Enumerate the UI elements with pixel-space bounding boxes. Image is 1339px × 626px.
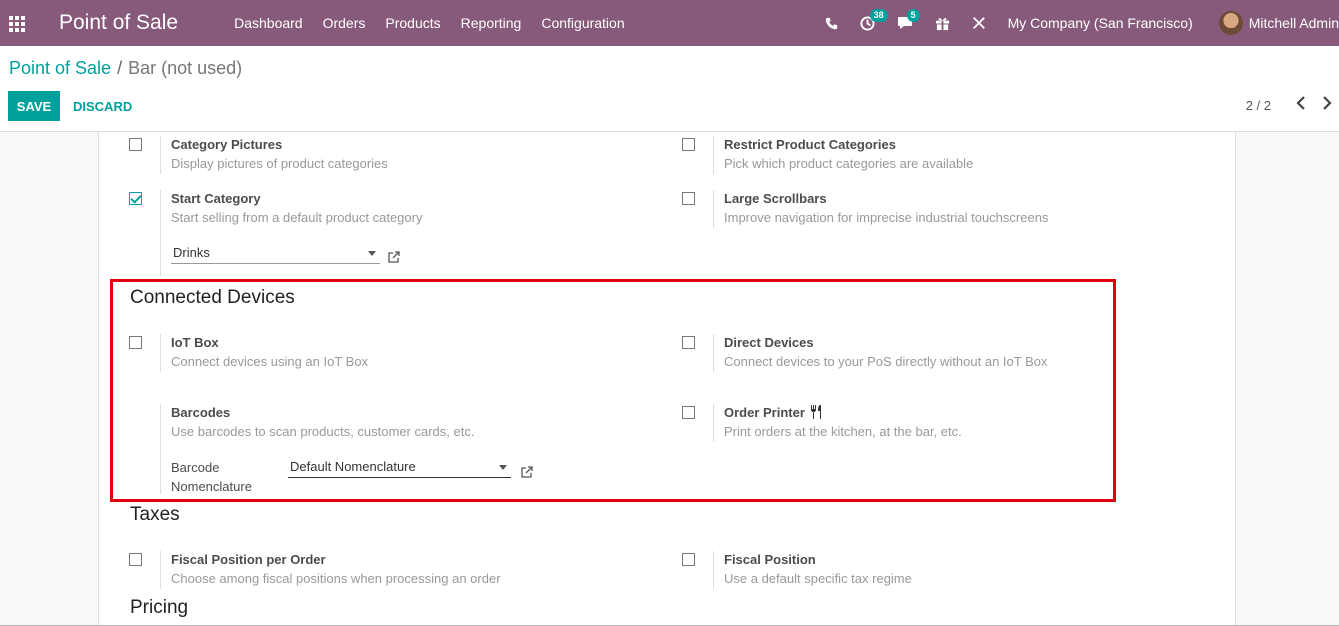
pager-previous-button[interactable] <box>1295 94 1307 115</box>
fiscal-position-checkbox[interactable] <box>682 553 695 566</box>
chat-bubble-icon[interactable]: 5 <box>897 9 920 30</box>
setting-divider <box>713 551 714 589</box>
gift-icon[interactable] <box>935 16 950 31</box>
large-scrollbars-checkbox[interactable] <box>682 192 695 205</box>
apps-grid-icon[interactable] <box>9 16 27 32</box>
fiscal-position-per-order-desc: Choose among fiscal positions when proce… <box>171 571 501 586</box>
menu-reporting[interactable]: Reporting <box>461 15 522 31</box>
activity-clock-icon[interactable]: 38 <box>860 8 888 31</box>
setting-divider <box>160 551 161 589</box>
app-brand[interactable]: Point of Sale <box>59 11 178 35</box>
breadcrumb-current: Bar (not used) <box>128 58 243 78</box>
breadcrumb-parent-link[interactable]: Point of Sale <box>9 58 111 78</box>
navbar-systray: 38 5 My Company (San Francisco) Mitchell… <box>825 0 1339 46</box>
company-switcher[interactable]: My Company (San Francisco) <box>1008 15 1193 31</box>
phone-icon[interactable] <box>825 17 838 30</box>
restrict-categories-title: Restrict Product Categories <box>724 137 896 152</box>
restrict-categories-desc: Pick which product categories are availa… <box>724 156 974 171</box>
category-pictures-checkbox[interactable] <box>129 138 142 151</box>
category-pictures-title: Category Pictures <box>171 137 283 152</box>
save-button[interactable]: SAVE <box>8 91 60 121</box>
highlight-box <box>110 279 1116 502</box>
setting-divider <box>713 136 714 174</box>
large-scrollbars-desc: Improve navigation for imprecise industr… <box>724 210 1049 225</box>
pager-value[interactable]: 2 / 2 <box>1246 98 1271 113</box>
pager-next-button[interactable] <box>1321 94 1333 115</box>
breadcrumb: Point of Sale / Bar (not used) <box>9 58 242 79</box>
activity-count-badge: 38 <box>869 8 888 22</box>
menu-configuration[interactable]: Configuration <box>541 15 624 31</box>
discard-button[interactable]: DISCARD <box>73 91 132 121</box>
fiscal-position-desc: Use a default specific tax regime <box>724 571 912 586</box>
caret-down-icon <box>368 251 376 256</box>
large-scrollbars-title: Large Scrollbars <box>724 191 827 206</box>
breadcrumb-separator: / <box>117 58 123 78</box>
pricing-heading: Pricing <box>130 597 189 618</box>
fiscal-position-per-order-checkbox[interactable] <box>129 553 142 566</box>
start-category-checkbox[interactable] <box>129 192 142 205</box>
debug-tools-icon[interactable] <box>972 16 986 30</box>
user-avatar[interactable] <box>1218 11 1243 35</box>
fiscal-position-title: Fiscal Position <box>724 552 816 567</box>
control-panel: Point of Sale / Bar (not used) SAVE DISCAR… <box>0 46 1339 132</box>
user-menu[interactable]: Mitchell Admin <box>1249 15 1339 31</box>
chevron-right-icon <box>1323 96 1332 110</box>
fiscal-position-per-order-title: Fiscal Position per Order <box>171 552 326 567</box>
setting-divider <box>713 190 714 228</box>
menu-products[interactable]: Products <box>385 15 440 31</box>
menu-orders[interactable]: Orders <box>323 15 366 31</box>
restrict-categories-checkbox[interactable] <box>682 138 695 151</box>
start-category-select[interactable]: Drinks <box>171 244 380 264</box>
start-category-desc: Start selling from a default product cat… <box>171 210 423 225</box>
message-count-badge: 5 <box>906 9 920 22</box>
main-menu: Dashboard Orders Products Reporting Conf… <box>234 15 645 31</box>
setting-divider <box>160 136 161 174</box>
top-navbar: Point of Sale Dashboard Orders Products … <box>0 0 1339 46</box>
taxes-heading: Taxes <box>130 504 180 525</box>
menu-dashboard[interactable]: Dashboard <box>234 15 303 31</box>
start-category-title: Start Category <box>171 191 261 206</box>
setting-divider <box>160 190 161 276</box>
category-pictures-desc: Display pictures of product categories <box>171 156 388 171</box>
external-link-icon[interactable] <box>388 251 400 263</box>
chevron-left-icon <box>1296 96 1305 110</box>
start-category-value: Drinks <box>173 245 210 260</box>
